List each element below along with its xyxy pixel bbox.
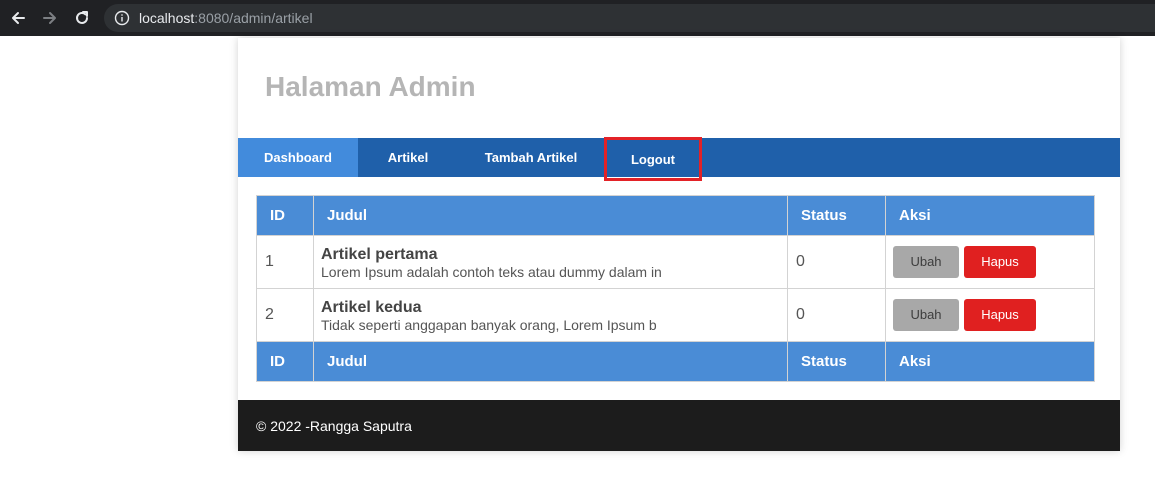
delete-button[interactable]: Hapus [964,299,1036,331]
column-header-status: Status [787,195,886,236]
arrow-right-icon [43,12,56,24]
edit-button[interactable]: Ubah [893,299,959,331]
article-title: Artikel kedua [321,298,422,316]
nav-tambah-artikel[interactable]: Tambah Artikel [458,138,604,177]
row-actions: Ubah Hapus [885,235,1095,289]
column-footer-status: Status [787,341,886,382]
reload-button[interactable] [70,6,94,30]
row-judul: Artikel pertama Lorem Ipsum adalah conto… [313,235,788,289]
address-bar[interactable]: localhost:8080/admin/artikel [104,4,1155,32]
column-footer-id: ID [256,341,314,382]
url-text: localhost:8080/admin/artikel [139,10,313,26]
arrow-left-icon [12,12,25,24]
url-host: localhost [139,10,195,26]
page-container: Halaman Admin Dashboard Artikel Tambah A… [238,38,1120,451]
row-id: 1 [256,235,314,289]
url-path: :8080/admin/artikel [194,10,313,26]
article-description: Lorem Ipsum adalah contoh teks atau dumm… [321,263,662,280]
artikel-table: ID Judul Status Aksi 1 Artikel pertama L… [256,195,1095,382]
column-header-judul: Judul [313,195,788,236]
row-status: 0 [787,235,886,289]
info-icon[interactable] [114,10,130,26]
column-footer-aksi: Aksi [885,341,1095,382]
forward-button[interactable] [38,6,62,30]
article-title: Artikel pertama [321,245,438,263]
table-row: 1 Artikel pertama Lorem Ipsum adalah con… [256,235,1095,289]
page-title: Halaman Admin [265,71,476,102]
row-id: 2 [256,288,314,342]
row-actions: Ubah Hapus [885,288,1095,342]
page-header: Halaman Admin [238,38,1120,138]
edit-button[interactable]: Ubah [893,246,959,278]
footer-copyright: © 2022 -Rangga Saputra [256,417,412,434]
delete-button[interactable]: Hapus [964,246,1036,278]
table-footer-row: ID Judul Status Aksi [256,341,1095,382]
column-header-id: ID [256,195,314,236]
table-header-row: ID Judul Status Aksi [256,195,1095,236]
nav-logout[interactable]: Logout [604,137,702,181]
row-status: 0 [787,288,886,342]
browser-toolbar: localhost:8080/admin/artikel [0,0,1155,36]
artikel-table-wrapper: ID Judul Status Aksi 1 Artikel pertama L… [256,195,1095,382]
table-row: 2 Artikel kedua Tidak seperti anggapan b… [256,288,1095,342]
reload-icon [76,11,88,24]
column-footer-judul: Judul [313,341,788,382]
row-judul: Artikel kedua Tidak seperti anggapan ban… [313,288,788,342]
nav-dashboard[interactable]: Dashboard [238,138,358,177]
nav-artikel[interactable]: Artikel [358,138,458,177]
article-description: Tidak seperti anggapan banyak orang, Lor… [321,316,657,333]
main-navbar: Dashboard Artikel Tambah Artikel Logout [238,137,1120,181]
back-button[interactable] [6,6,30,30]
column-header-aksi: Aksi [885,195,1095,236]
page-footer: © 2022 -Rangga Saputra [238,400,1120,451]
